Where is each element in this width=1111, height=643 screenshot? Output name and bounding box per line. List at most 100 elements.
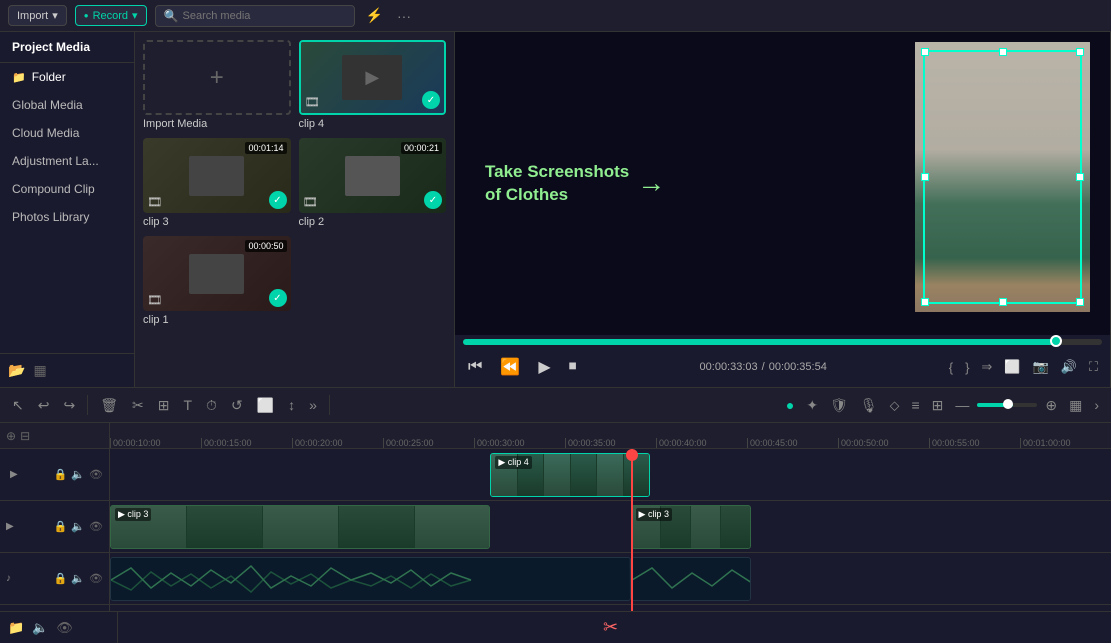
cut-button[interactable]: ✂ (128, 393, 148, 418)
record-button[interactable]: ● Record ▾ (75, 5, 147, 26)
grid-button[interactable]: ⊞ (928, 393, 948, 418)
track2: ▶ clip 3 ▶ clip 3 (110, 501, 1111, 553)
track2-audio-icon[interactable]: 🔈 (71, 520, 85, 533)
zoom-slider[interactable] (977, 403, 1037, 407)
clip2-duration: 00:00:21 (401, 142, 442, 154)
clip-nav-button[interactable]: ⇒ (977, 357, 996, 377)
zoom-out-button[interactable]: — (951, 393, 973, 417)
mark-in-button[interactable]: { (945, 357, 957, 377)
redo-button[interactable]: ↪ (59, 393, 79, 418)
sidebar-item-global-media[interactable]: Global Media (0, 91, 134, 119)
sidebar-grid-icon[interactable]: ▦ (33, 362, 46, 379)
clip4-thumb: ▶ 🎞 ✓ (299, 40, 447, 115)
ruler-mark-9: 00:00:50:00 (838, 438, 929, 448)
stop-button[interactable]: ⏹ (564, 356, 582, 378)
undo-button[interactable]: ↩ (34, 393, 54, 418)
clip3-film-icon: 🎞 (147, 195, 162, 209)
track3-audio-clip[interactable] (110, 557, 631, 601)
timer-button[interactable]: ⏱ (202, 393, 221, 418)
filter-button[interactable]: ⚡ (363, 4, 386, 27)
main-area: Project Media 📁 Folder Global Media Clou… (0, 32, 1111, 387)
import-placeholder[interactable]: + (143, 40, 291, 115)
track2-lock-icon[interactable]: 🔒 (54, 520, 68, 533)
more-tools-button[interactable]: » (305, 393, 321, 417)
skip-back-button[interactable]: ⏮ (463, 356, 487, 378)
volume-button[interactable]: 🔊 (1057, 357, 1081, 377)
track2-eye-icon[interactable]: 👁 (89, 520, 103, 533)
sidebar-folder-label: Folder (32, 70, 66, 84)
audio-button[interactable]: 🎙 (856, 393, 882, 418)
crop-button[interactable]: ⬜ (253, 393, 278, 418)
keyframe-button[interactable]: ⬦ (886, 393, 904, 418)
sidebar-title: Project Media (0, 32, 134, 63)
mark-out-button[interactable]: } (961, 357, 973, 377)
step-back-button[interactable]: ⏪ (495, 355, 525, 379)
media-item-clip1[interactable]: 00:00:50 🎞 ✓ clip 1 (143, 236, 291, 326)
screenshot-button[interactable]: 📷 (1029, 357, 1053, 377)
track3-eye-icon[interactable]: 👁 (89, 572, 103, 585)
clip4-label: clip 4 (299, 118, 447, 130)
fullscreen-button[interactable]: ⬜ (1000, 357, 1024, 377)
track1-clip4[interactable]: ▶ clip 4 (490, 453, 650, 497)
track1-audio-icon[interactable]: 🔈 (71, 468, 85, 481)
footer-eye-icon[interactable]: 👁 (56, 620, 73, 636)
track3-audio-clip2[interactable] (631, 557, 751, 601)
delete-button[interactable]: 🗑 (96, 393, 122, 418)
play-button[interactable]: ▶ (533, 355, 555, 379)
sidebar-item-cloud-media[interactable]: Cloud Media (0, 119, 134, 147)
media-item-clip2[interactable]: 00:00:21 🎞 ✓ clip 2 (299, 138, 447, 228)
track1-lock-icon[interactable]: 🔒 (54, 468, 68, 481)
plus-icon: + (210, 64, 224, 92)
layout-expand-button[interactable]: › (1090, 393, 1103, 417)
track3-lock-icon[interactable]: 🔒 (54, 572, 68, 585)
footer-folder-icon[interactable]: 📁 (8, 620, 24, 636)
layout-button[interactable]: ▦ (1065, 393, 1086, 418)
more-options-button[interactable]: ··· (394, 5, 414, 27)
sidebar-item-folder[interactable]: 📁 Folder (0, 63, 134, 91)
preview-area: Take Screenshots of Clothes → (455, 32, 1111, 387)
track-add-icon[interactable]: ⊕ (6, 429, 16, 443)
sidebar-compound-label: Compound Clip (12, 182, 95, 196)
track2-clip3-left[interactable]: ▶ clip 3 (110, 505, 490, 549)
search-input[interactable] (183, 10, 346, 22)
zoom-in-button[interactable]: ⊕ (1041, 393, 1061, 418)
clip3-thumb: 00:01:14 🎞 ✓ (143, 138, 291, 213)
media-item-clip3[interactable]: 00:01:14 🎞 ✓ clip 3 (143, 138, 291, 228)
speed-button[interactable]: ≡ (907, 393, 923, 417)
text-tool-button[interactable]: T (179, 393, 196, 417)
track-remove-icon[interactable]: ⊟ (20, 429, 30, 443)
rotate-button[interactable]: ↺ (227, 393, 247, 418)
progress-knob[interactable] (1050, 335, 1062, 347)
select-tool-button[interactable]: ↖ (8, 393, 28, 418)
scissors-button[interactable]: ✂ (603, 617, 618, 638)
sidebar-bottom: 📂 ▦ (0, 353, 134, 387)
clip1-film-icon: 🎞 (147, 293, 162, 307)
scale-button[interactable]: ↕ (284, 393, 299, 417)
import-button[interactable]: Import ▾ (8, 5, 67, 26)
ruler-mark-8: 00:00:45:00 (747, 438, 838, 448)
track2-clip3-right[interactable]: ▶ clip 3 (631, 505, 751, 549)
progress-fill (463, 339, 1057, 345)
track1-eye-icon[interactable]: 👁 (89, 468, 103, 481)
extra-controls: { } ⇒ ⬜ 📷 🔊 ⛶ (945, 357, 1102, 377)
zoom-knob[interactable] (1003, 399, 1013, 409)
clip1-check-badge: ✓ (269, 289, 287, 307)
media-item-clip4[interactable]: ▶ 🎞 ✓ clip 4 (299, 40, 447, 130)
track3-mute-icon[interactable]: 🔈 (71, 572, 85, 585)
footer-audio-icon[interactable]: 🔈 (32, 620, 48, 636)
sidebar-item-adjustment[interactable]: Adjustment La... (0, 147, 134, 175)
sidebar-folder-add-icon[interactable]: 📂 (8, 362, 25, 379)
mask-button[interactable]: 🛡 (826, 393, 852, 418)
import-media-item[interactable]: + Import Media (143, 40, 291, 130)
record-label: Record (93, 10, 128, 22)
adjustment-button[interactable]: ✦ (802, 393, 822, 418)
media-grid: + Import Media ▶ 🎞 ✓ clip 4 (143, 40, 446, 326)
color-wheel-button[interactable]: ● (782, 393, 798, 417)
progress-bar[interactable] (463, 339, 1102, 345)
clip4-check-badge: ✓ (422, 91, 440, 109)
sidebar-item-compound[interactable]: Compound Clip (0, 175, 134, 203)
sidebar-item-photos[interactable]: Photos Library (0, 203, 134, 231)
expand-button[interactable]: ⛶ (1085, 357, 1102, 377)
timeline-tracks-container: ▶ 🔒 🔈 👁 ▶ 🔒 🔈 👁 ♪ 🔒 🔈 👁 (0, 449, 1111, 611)
split-button[interactable]: ⊞ (154, 393, 174, 418)
